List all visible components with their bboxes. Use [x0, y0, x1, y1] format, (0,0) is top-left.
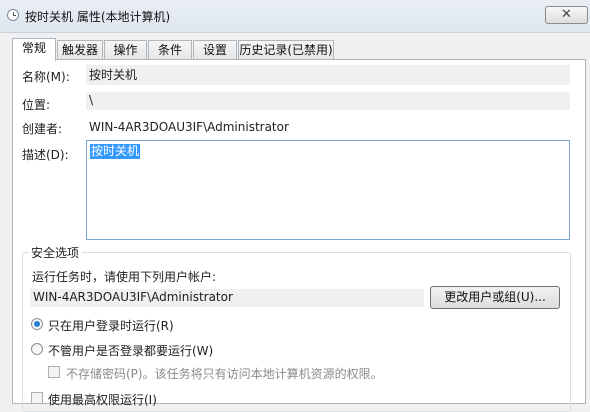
title-bar: 按时关机 属性(本地计算机) ✕ [0, 0, 590, 33]
change-user-button[interactable]: 更改用户或组(U)... [430, 286, 560, 309]
description-label: 描述(D): [22, 148, 69, 162]
author-value: WIN-4AR3DOAU3IF\Administrator [89, 120, 289, 134]
tab-actions[interactable]: 操作 [104, 40, 147, 60]
run-as-label: 运行任务时，请使用下列用户帐户: [32, 270, 217, 284]
tab-settings[interactable]: 设置 [193, 40, 237, 60]
no-store-password-checkbox [48, 366, 60, 378]
name-label: 名称(M): [22, 70, 70, 84]
description-field[interactable]: 按时关机 [86, 140, 570, 240]
name-field[interactable]: 按时关机 [86, 65, 570, 85]
tab-general[interactable]: 常规 [12, 38, 56, 61]
radio-whether-logged-on[interactable] [31, 343, 43, 355]
user-account-field: WIN-4AR3DOAU3IF\Administrator [30, 289, 424, 307]
location-label: 位置: [22, 98, 51, 112]
no-store-password-label: 不存储密码(P)。该任务将只有访问本地计算机资源的权限。 [66, 367, 383, 381]
clock-icon [7, 9, 19, 21]
radio-logged-on-label[interactable]: 只在用户登录时运行(R) [48, 317, 174, 334]
tab-history[interactable]: 历史记录(已禁用) [238, 40, 334, 60]
radio-whether-logged-on-label[interactable]: 不管用户是否登录都要运行(W) [48, 342, 213, 359]
close-button[interactable]: ✕ [545, 6, 588, 24]
window-title: 按时关机 属性(本地计算机) [25, 10, 171, 24]
description-text: 按时关机 [90, 144, 141, 159]
radio-logged-on[interactable] [31, 318, 43, 330]
author-label: 创建者: [22, 122, 63, 136]
location-field: \ [86, 92, 570, 110]
security-options-title: 安全选项 [28, 244, 83, 261]
tab-conditions[interactable]: 条件 [148, 40, 192, 60]
highest-privileges-checkbox[interactable] [31, 392, 43, 404]
tab-triggers[interactable]: 触发器 [57, 40, 103, 60]
